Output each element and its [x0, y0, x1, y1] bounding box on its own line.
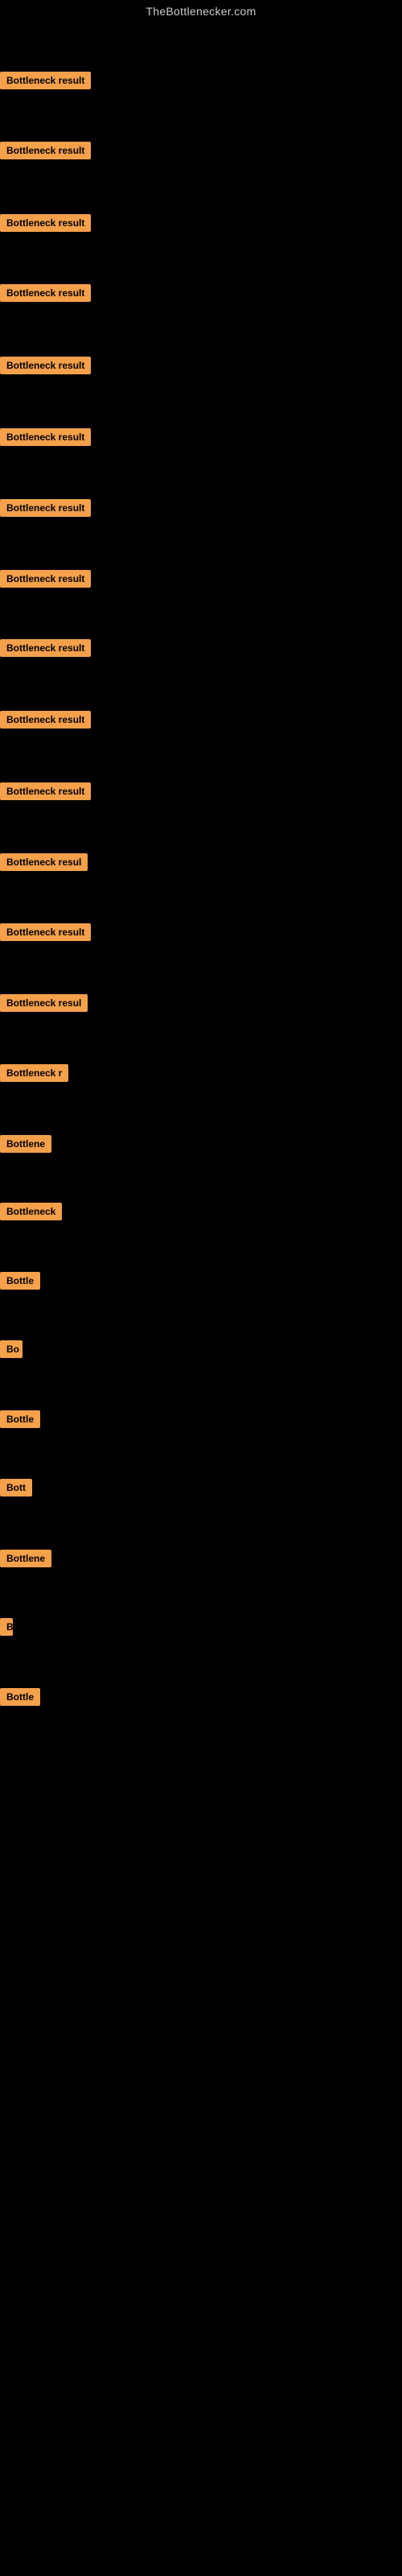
bottleneck-result-badge[interactable]: Bottleneck result [0, 214, 91, 232]
bottleneck-result-item: B [0, 1618, 13, 1640]
bottleneck-result-badge[interactable]: Bottleneck result [0, 782, 91, 800]
bottleneck-result-badge[interactable]: Bottleneck r [0, 1064, 68, 1082]
bottleneck-result-badge[interactable]: Bottleneck result [0, 142, 91, 159]
bottleneck-result-item: Bottlene [0, 1550, 51, 1571]
bottleneck-result-item: Bottleneck result [0, 357, 91, 378]
bottleneck-result-badge[interactable]: Bottleneck result [0, 72, 91, 89]
bottleneck-result-item: Bottleneck result [0, 923, 91, 945]
bottleneck-result-item: Bottleneck result [0, 72, 91, 93]
bottleneck-result-item: Bottleneck result [0, 499, 91, 521]
bottleneck-result-badge[interactable]: Bottleneck result [0, 711, 91, 729]
bottleneck-result-item: Bottleneck [0, 1203, 62, 1224]
bottleneck-result-item: Bottlene [0, 1135, 51, 1157]
bottleneck-result-item: Bottleneck result [0, 570, 91, 592]
bottleneck-result-item: Bo [0, 1340, 23, 1362]
bottleneck-result-item: Bottle [0, 1272, 40, 1294]
bottleneck-result-badge[interactable]: Bottle [0, 1410, 40, 1428]
bottleneck-result-badge[interactable]: Bott [0, 1479, 32, 1496]
bottleneck-result-badge[interactable]: Bottleneck result [0, 357, 91, 374]
bottleneck-result-item: Bottle [0, 1410, 40, 1432]
bottleneck-result-badge[interactable]: Bottleneck resul [0, 853, 88, 871]
bottleneck-result-item: Bottleneck result [0, 284, 91, 306]
bottleneck-result-item: Bottle [0, 1688, 40, 1710]
bottleneck-result-item: Bott [0, 1479, 32, 1501]
bottleneck-result-item: Bottleneck result [0, 214, 91, 236]
bottleneck-result-badge[interactable]: Bottleneck result [0, 570, 91, 588]
bottleneck-result-item: Bottleneck resul [0, 994, 88, 1016]
bottleneck-result-badge[interactable]: Bottleneck result [0, 284, 91, 302]
bottleneck-result-item: Bottleneck resul [0, 853, 88, 875]
bottleneck-result-badge[interactable]: Bottlene [0, 1135, 51, 1153]
bottleneck-result-item: Bottleneck result [0, 428, 91, 450]
bottleneck-result-badge[interactable]: Bottlene [0, 1550, 51, 1567]
bottleneck-result-badge[interactable]: Bottleneck resul [0, 994, 88, 1012]
bottleneck-result-item: Bottleneck result [0, 639, 91, 661]
bottleneck-result-badge[interactable]: Bo [0, 1340, 23, 1358]
bottleneck-result-item: Bottleneck result [0, 782, 91, 804]
bottleneck-result-badge[interactable]: Bottleneck [0, 1203, 62, 1220]
bottleneck-result-badge[interactable]: Bottleneck result [0, 499, 91, 517]
bottleneck-result-badge[interactable]: Bottleneck result [0, 923, 91, 941]
bottleneck-result-item: Bottleneck result [0, 711, 91, 733]
bottleneck-result-item: Bottleneck r [0, 1064, 68, 1086]
bottleneck-result-badge[interactable]: Bottle [0, 1272, 40, 1290]
site-title: TheBottlenecker.com [0, 0, 402, 26]
bottleneck-result-badge[interactable]: B [0, 1618, 13, 1636]
bottleneck-result-badge[interactable]: Bottleneck result [0, 639, 91, 657]
bottleneck-result-item: Bottleneck result [0, 142, 91, 163]
bottleneck-result-badge[interactable]: Bottleneck result [0, 428, 91, 446]
bottleneck-result-badge[interactable]: Bottle [0, 1688, 40, 1706]
